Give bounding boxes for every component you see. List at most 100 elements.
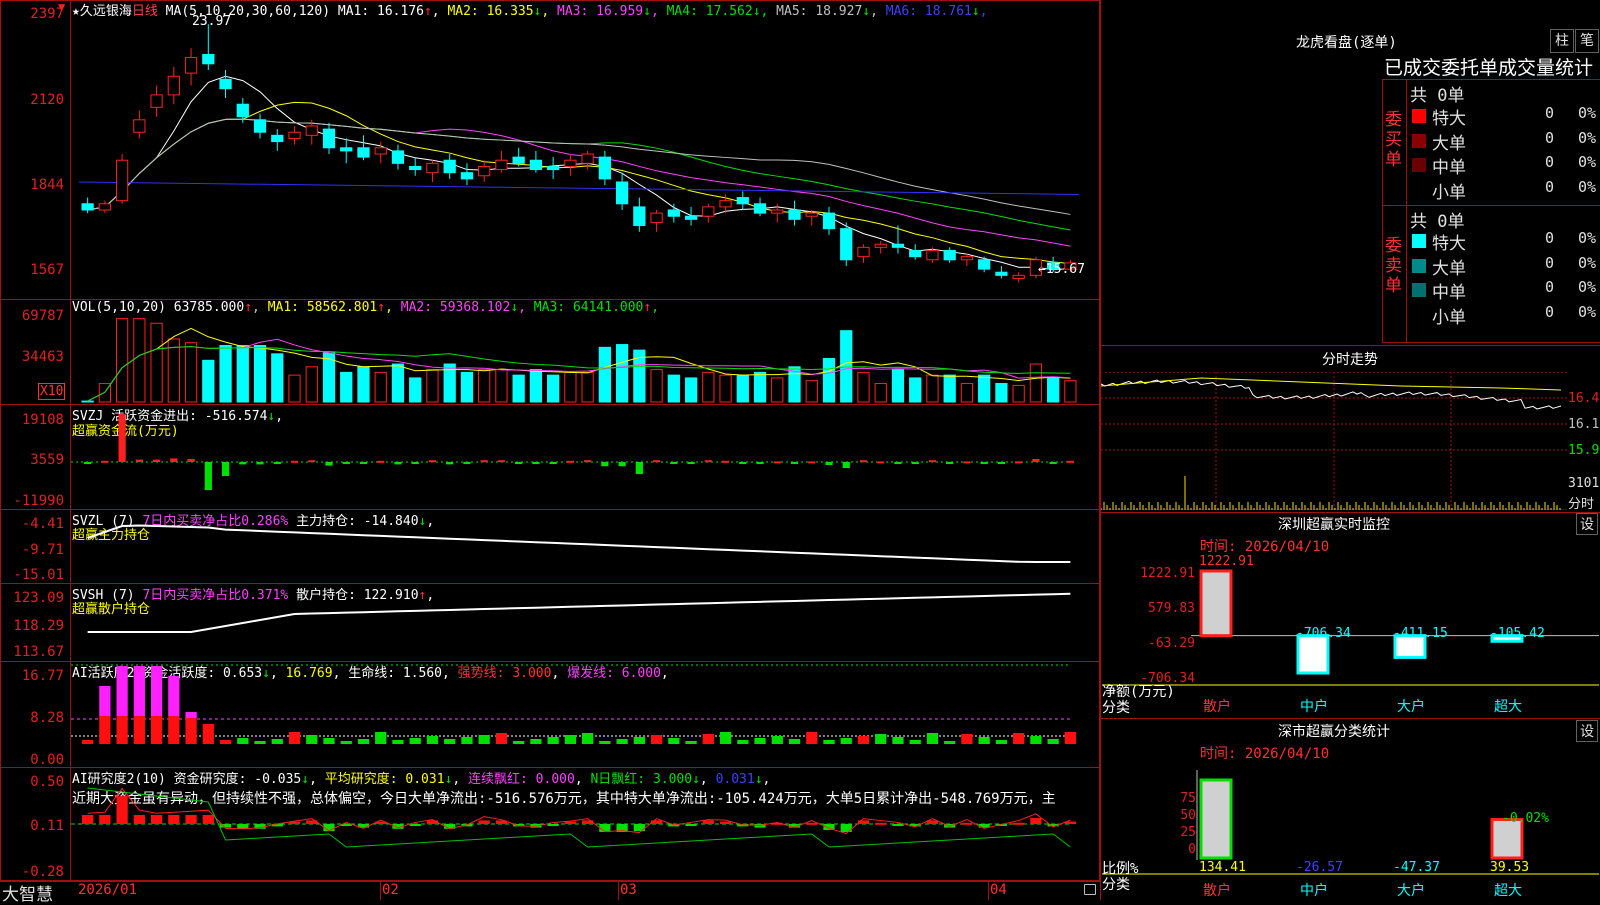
volume-bar	[719, 374, 732, 403]
flow-bar	[290, 460, 299, 463]
brand-label[interactable]: 大智慧	[2, 880, 53, 905]
category-label: 散户	[1203, 699, 1231, 715]
ma-line	[87, 101, 1071, 265]
category-label: 大户	[1397, 883, 1425, 899]
candle-body	[960, 256, 974, 261]
class-y-tick: 0	[1188, 842, 1196, 857]
volume-bar	[288, 374, 301, 403]
flow-bar	[187, 459, 195, 462]
flow-bar	[532, 462, 540, 464]
volume-bar	[1064, 380, 1077, 403]
research-bar	[409, 824, 421, 826]
ma-line	[78, 181, 1080, 195]
activity-bar	[426, 736, 439, 744]
activity-bar	[840, 738, 852, 744]
research-bar	[599, 824, 611, 832]
volume-chart[interactable]	[71, 314, 1099, 404]
activity-bar	[323, 738, 335, 744]
svsh-y-tick: 123.09	[13, 590, 64, 606]
bar-mode-button[interactable]: 柱	[1550, 29, 1574, 53]
activity-top-bar	[150, 666, 163, 716]
order-percent: 0%	[1578, 128, 1597, 147]
candle-body	[753, 203, 767, 214]
candle-body	[650, 212, 663, 223]
class-value: -47.37	[1393, 860, 1440, 875]
tick-mode-button[interactable]: 笔	[1575, 29, 1599, 53]
high-label: 23.97	[192, 14, 232, 29]
down-arrow-icon[interactable]: ▼	[58, 0, 65, 14]
intraday-chart[interactable]	[1101, 372, 1567, 510]
flow-bar	[618, 462, 626, 467]
activity-bar	[1013, 733, 1025, 744]
candlestick-chart[interactable]	[71, 14, 1099, 299]
main-force-line	[87, 524, 1071, 563]
research-line	[87, 787, 1071, 835]
ai1-y-tick: 0.00	[30, 752, 64, 768]
ai1-chart[interactable]	[71, 662, 1099, 767]
research-bar	[806, 822, 818, 825]
ai1-y-tick: 8.28	[30, 710, 64, 726]
activity-bar	[237, 738, 249, 744]
svsh-chart[interactable]	[71, 584, 1099, 661]
activity-bar	[478, 735, 490, 744]
activity-top-bar	[168, 676, 180, 716]
activity-bar	[202, 724, 214, 744]
svzl-y-tick: -15.01	[13, 567, 64, 583]
flow-bar	[635, 462, 643, 474]
volume-bar	[305, 366, 318, 403]
flow-bar	[756, 462, 764, 464]
activity-top-bar	[185, 712, 197, 718]
ai2-chart[interactable]	[71, 768, 1099, 880]
class-settings-button[interactable]: 设	[1576, 720, 1598, 742]
volume-bar	[1029, 363, 1043, 403]
activity-bar	[219, 740, 232, 744]
intraday-tick: 3101	[1568, 476, 1600, 491]
volume-bar	[891, 369, 905, 403]
candle-body	[81, 203, 94, 211]
svzj-y-tick: 3559	[30, 452, 64, 468]
activity-bar	[995, 740, 1008, 744]
research-bar	[185, 815, 197, 824]
volume-bar	[667, 374, 680, 403]
monitor-bar	[1296, 634, 1330, 675]
volume-bar	[478, 369, 491, 403]
candle-body	[667, 209, 680, 217]
flow-bar	[359, 462, 368, 464]
flow-bar	[1015, 461, 1023, 464]
research-bar	[564, 821, 576, 824]
volume-bar	[960, 382, 974, 403]
volume-bar	[529, 369, 543, 403]
main-y-tick: 1844	[30, 177, 64, 193]
buy-total: 共 0单	[1410, 86, 1465, 106]
candle-body	[857, 246, 870, 258]
candle-body	[926, 249, 939, 261]
flow-bar	[170, 458, 178, 462]
category-label: 大户	[1397, 699, 1425, 715]
activity-bar	[82, 740, 94, 744]
monitor-settings-button[interactable]: 设	[1576, 513, 1598, 535]
flow-bar	[308, 460, 316, 463]
svzj-y-tick: -11990	[13, 493, 64, 509]
volume-bar	[840, 330, 853, 403]
activity-bar	[616, 739, 628, 744]
candle-body	[771, 209, 784, 214]
ai2-y-tick: 0.11	[30, 818, 64, 834]
order-percent: 0%	[1578, 153, 1597, 171]
main-y-tick: 1567	[30, 262, 64, 278]
candle-body	[684, 215, 698, 220]
order-count: 0	[1545, 104, 1555, 122]
svzl-chart[interactable]	[71, 510, 1099, 583]
volume-bar	[978, 374, 991, 403]
flow-bar	[739, 462, 747, 464]
flow-bar	[446, 462, 454, 465]
svzj-chart[interactable]	[71, 405, 1099, 509]
activity-bar	[116, 716, 128, 744]
research-bar	[150, 815, 163, 824]
flow-bar	[584, 460, 592, 463]
flow-bar	[394, 462, 402, 465]
volume-bar	[409, 377, 422, 403]
candle-body	[891, 243, 905, 248]
candle-body	[271, 134, 284, 143]
lock-icon[interactable]	[1084, 884, 1096, 895]
candle-body	[564, 159, 577, 167]
